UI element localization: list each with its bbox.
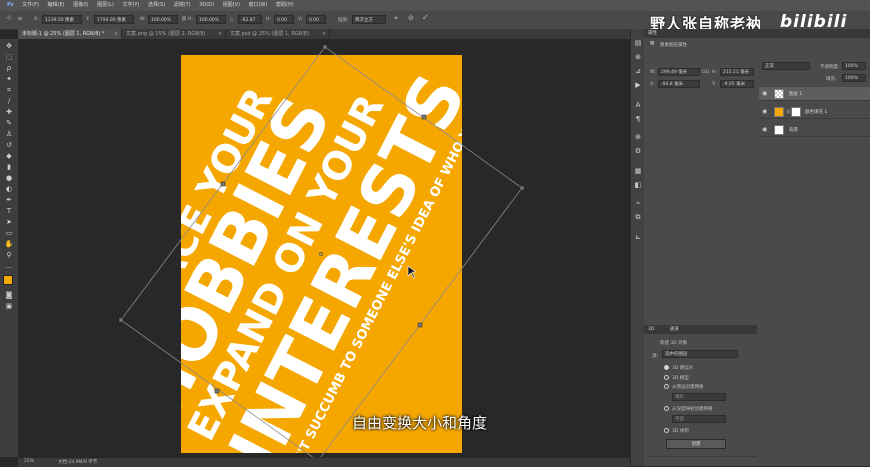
layer-thumbnail — [774, 107, 784, 117]
properties-w-field[interactable]: 299.49 毫米 — [658, 68, 700, 76]
option-3d-model[interactable]: 3D 模型 — [672, 375, 689, 381]
opacity-field[interactable]: 100% — [842, 62, 866, 70]
visibility-eye-icon[interactable]: ◉ — [762, 126, 767, 133]
3d-panel-footer — [647, 456, 757, 466]
option-preset-mesh[interactable]: 从预设创建网格 — [672, 384, 704, 390]
history-icon[interactable]: ▤ — [634, 39, 642, 47]
transform-handle[interactable] — [519, 185, 525, 191]
tab-channels[interactable]: 通道 — [670, 327, 679, 332]
document-size: 文档:24.9M/0 字节 — [58, 460, 98, 465]
w-label: W: — [650, 70, 656, 75]
depth-map-select[interactable]: 平面 — [672, 415, 726, 423]
layer-thumbnail — [774, 89, 784, 99]
layer-thumbnail — [774, 125, 784, 135]
option-3d-volume[interactable]: 3D 体积 — [672, 428, 689, 434]
transform-handle[interactable] — [421, 114, 427, 120]
layer-mask-thumbnail — [791, 107, 801, 117]
transform-handle[interactable] — [214, 388, 220, 394]
right-panels: 属性 ▨ 像素图层属性 W: 299.49 毫米 GO H: 215.11 毫米… — [644, 29, 870, 466]
radio-preset-mesh[interactable] — [664, 384, 669, 389]
character-icon[interactable]: A — [634, 101, 642, 109]
source-label: 源: — [652, 354, 659, 359]
visibility-eye-icon[interactable]: ◉ — [762, 108, 767, 115]
layer-name[interactable]: 颜色填充 1 — [805, 109, 827, 115]
video-subtitle: 自由变换大小和角度 — [352, 414, 488, 432]
brush-settings-icon[interactable]: ⊛ — [634, 53, 642, 61]
layer-row-layer1[interactable]: ◉ 图层 1 — [759, 87, 870, 101]
layer-row-color-fill[interactable]: ◉ ⛓ 颜色填充 1 — [759, 105, 870, 119]
layer-comps-icon[interactable]: ⧉ — [634, 213, 642, 221]
measurement-icon[interactable]: ⊾ — [634, 233, 642, 241]
layers-panel-header — [757, 29, 870, 38]
paragraph-icon[interactable]: ¶ — [634, 115, 642, 123]
blend-mode-select[interactable]: 正常 — [762, 62, 810, 70]
link-toggle[interactable]: GO — [702, 70, 709, 75]
option-3d-postcard[interactable]: 3D 明信片 — [672, 365, 693, 371]
create-button[interactable]: 创建 — [666, 439, 726, 449]
panel-icon-strip: ▤ ⊛ ⊿ ▶ A ¶ ⊕ ⚙ ▦ ◧ ⌁ ⧉ ⊾ — [630, 29, 645, 466]
mesh-preset-select[interactable]: 帽形 — [672, 393, 726, 401]
fill-field[interactable]: 100% — [842, 74, 866, 82]
clone-source-icon[interactable]: ⊕ — [634, 133, 642, 141]
x-label: X: — [650, 82, 655, 87]
y-label: Y: — [712, 82, 716, 87]
radio-3d-model[interactable] — [664, 375, 669, 380]
pixel-layer-icon: ▨ — [650, 41, 655, 46]
h-label: H: — [712, 70, 717, 75]
properties-panel-header: 属性 — [644, 29, 757, 38]
source-select[interactable]: 选中的图层 — [662, 350, 738, 358]
paths-icon[interactable]: ⌁ — [634, 199, 642, 207]
actions-icon[interactable]: ▶ — [634, 81, 642, 89]
new-3d-object-title: 新建 3D 对象 — [660, 341, 688, 346]
properties-y-field[interactable]: -9.05 毫米 — [720, 80, 754, 88]
properties-title[interactable]: 属性 — [648, 31, 657, 36]
transform-center-point[interactable] — [319, 252, 323, 256]
transform-handle[interactable] — [322, 44, 328, 50]
radio-3d-volume[interactable] — [664, 428, 669, 433]
transform-handle[interactable] — [220, 181, 226, 187]
mouse-cursor-icon — [407, 265, 417, 279]
layer-name[interactable]: 图层 1 — [789, 91, 802, 97]
transform-handle[interactable] — [417, 322, 423, 328]
tool-presets-icon[interactable]: ⚙ — [634, 147, 642, 155]
opacity-label: 不透明度: — [820, 65, 840, 70]
fill-label: 填充: — [826, 77, 837, 82]
layer-name[interactable]: 背景 — [789, 127, 798, 133]
tab-3d[interactable]: 3D — [648, 327, 654, 332]
radio-3d-postcard[interactable] — [664, 365, 669, 370]
properties-subtitle: 像素图层属性 — [660, 43, 687, 48]
swatches-icon[interactable]: ▦ — [634, 167, 642, 175]
radio-depth-map[interactable] — [664, 406, 669, 411]
properties-h-field[interactable]: 215.11 毫米 — [720, 68, 754, 76]
transform-handle[interactable] — [118, 317, 124, 323]
layer-row-background[interactable]: ◉ 背景 — [759, 123, 870, 137]
option-depth-map[interactable]: 从深度映射创建网格 — [672, 406, 713, 412]
styles-icon[interactable]: ◧ — [634, 181, 642, 189]
adjustments-icon[interactable]: ⊿ — [634, 67, 642, 75]
3d-panel-header: 3D 通道 — [644, 325, 757, 334]
properties-x-field[interactable]: -94.8 毫米 — [658, 80, 700, 88]
visibility-eye-icon[interactable]: ◉ — [762, 90, 767, 97]
zoom-level[interactable]: 25% — [24, 459, 34, 464]
